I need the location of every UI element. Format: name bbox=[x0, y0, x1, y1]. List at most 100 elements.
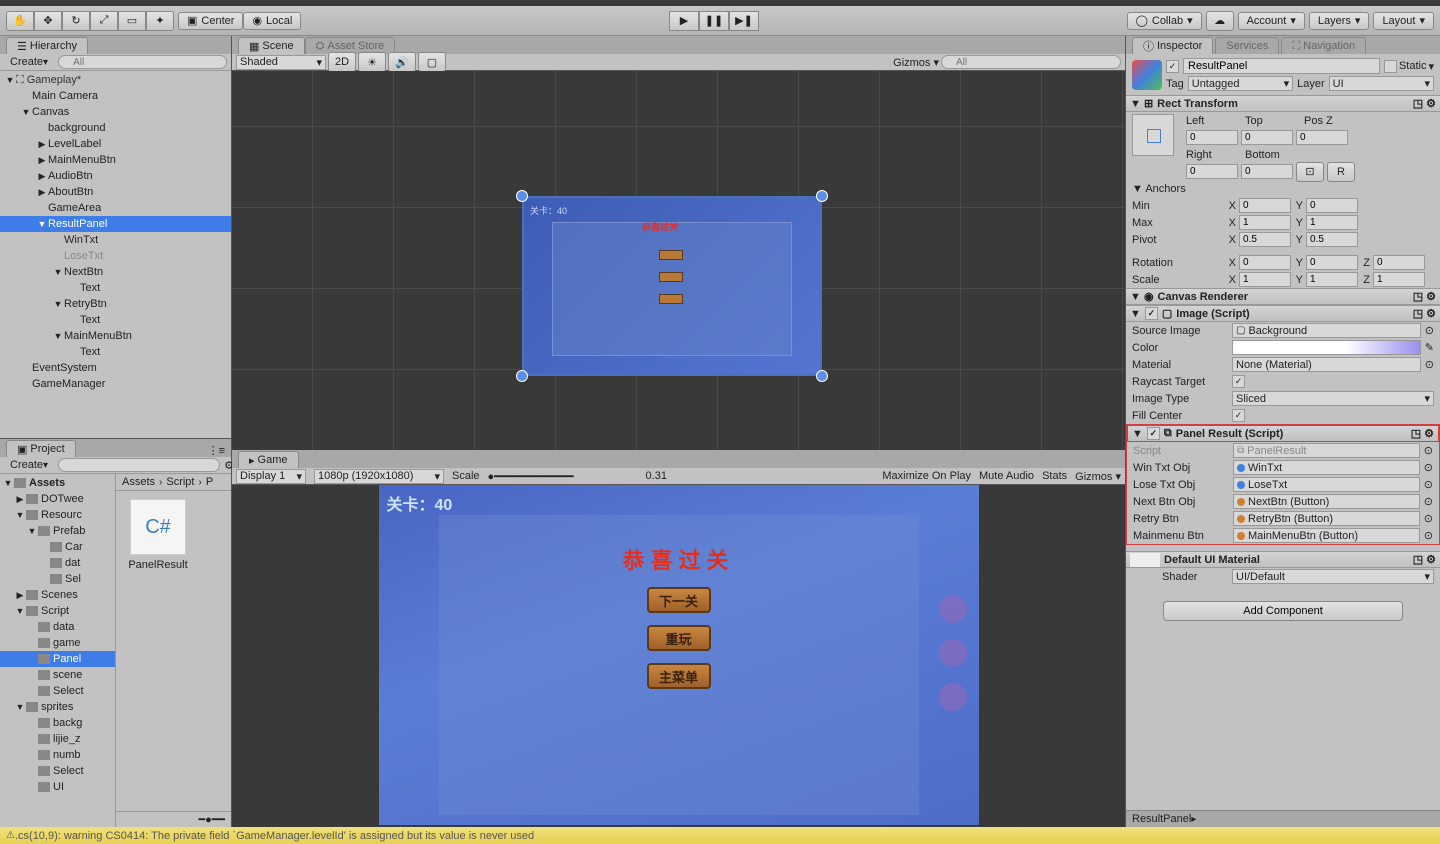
right-field[interactable] bbox=[1186, 164, 1238, 179]
wintxt-field[interactable]: WinTxt bbox=[1233, 460, 1420, 475]
gizmos-dropdown[interactable]: Gizmos ▾ bbox=[893, 56, 939, 69]
status-bar[interactable]: ⚠ .cs(10,9): warning CS0414: The private… bbox=[0, 827, 1440, 844]
tree-item[interactable]: WinTxt bbox=[0, 232, 231, 248]
bottom-field[interactable] bbox=[1241, 164, 1293, 179]
project-folder-tree[interactable]: ▼Assets▶DOTwee▼Resourc▼PrefabCardatSel▶S… bbox=[0, 474, 116, 827]
rect-tool[interactable]: ▭ bbox=[118, 11, 146, 31]
tree-item[interactable]: ▼ResultPanel bbox=[0, 216, 231, 232]
scale-x[interactable] bbox=[1239, 272, 1291, 287]
tree-item[interactable]: LoseTxt bbox=[0, 248, 231, 264]
tree-item[interactable]: ▶MainMenuBtn bbox=[0, 152, 231, 168]
rotate-tool[interactable]: ↻ bbox=[62, 11, 90, 31]
picker-icon[interactable]: ⊙ bbox=[1425, 324, 1434, 337]
folder-item[interactable]: ▼Assets bbox=[0, 475, 115, 491]
scale-y[interactable] bbox=[1306, 272, 1358, 287]
services-tab[interactable]: Services bbox=[1215, 37, 1279, 54]
tree-item[interactable]: ▶AudioBtn bbox=[0, 168, 231, 184]
hierarchy-search-input[interactable] bbox=[58, 55, 227, 69]
color-field[interactable] bbox=[1232, 340, 1421, 355]
project-search-input[interactable] bbox=[58, 458, 220, 472]
folder-item[interactable]: Sel bbox=[0, 571, 115, 587]
side-icon-1[interactable] bbox=[939, 595, 967, 623]
panel-menu-icon[interactable]: ⋮≡ bbox=[202, 444, 231, 457]
folder-item[interactable]: UI bbox=[0, 779, 115, 795]
2d-toggle[interactable]: 2D bbox=[328, 52, 356, 72]
retry-button[interactable]: 重玩 bbox=[647, 625, 711, 651]
move-tool[interactable]: ✥ bbox=[34, 11, 62, 31]
rot-x[interactable] bbox=[1239, 255, 1291, 270]
tree-item[interactable]: GameArea bbox=[0, 200, 231, 216]
retrybtn-field[interactable]: RetryBtn (Button) bbox=[1233, 511, 1420, 526]
losetxt-field[interactable]: LoseTxt bbox=[1233, 477, 1420, 492]
posz-field[interactable] bbox=[1296, 130, 1348, 145]
fx-toggle[interactable]: ▢ bbox=[418, 52, 446, 72]
project-create-button[interactable]: Create ▾ bbox=[4, 458, 54, 472]
scene-view[interactable]: 关卡：40 恭喜过关 bbox=[232, 71, 1125, 450]
folder-item[interactable]: ▼Script bbox=[0, 603, 115, 619]
folder-item[interactable]: Car bbox=[0, 539, 115, 555]
transform-tool[interactable]: ✦ bbox=[146, 11, 174, 31]
hierarchy-tab[interactable]: ☰Hierarchy bbox=[6, 37, 88, 54]
gameobject-name-input[interactable] bbox=[1183, 58, 1380, 74]
tree-item[interactable]: ▼RetryBtn bbox=[0, 296, 231, 312]
scale-z[interactable] bbox=[1373, 272, 1425, 287]
mute-toggle[interactable]: Mute Audio bbox=[979, 470, 1034, 482]
scene-search-input[interactable] bbox=[941, 55, 1121, 69]
scale-slider[interactable]: ●━━━━━━━━━━━━ bbox=[488, 470, 638, 483]
blueprint-button[interactable]: ⊡ bbox=[1296, 162, 1324, 182]
audio-toggle[interactable]: 🔊 bbox=[388, 52, 416, 72]
folder-item[interactable]: lijie_z bbox=[0, 731, 115, 747]
active-checkbox[interactable]: ✓ bbox=[1166, 60, 1179, 73]
folder-item[interactable]: scene bbox=[0, 667, 115, 683]
tree-item[interactable]: Text bbox=[0, 280, 231, 296]
hierarchy-tree[interactable]: ▼⛶ Gameplay*Main Camera▼Canvasbackground… bbox=[0, 71, 231, 438]
tree-item[interactable]: background bbox=[0, 120, 231, 136]
component-rect-transform[interactable]: ▼ ⊞ Rect Transform◳ ⚙ bbox=[1126, 95, 1440, 112]
tree-item[interactable]: Text bbox=[0, 312, 231, 328]
static-checkbox[interactable] bbox=[1384, 60, 1397, 73]
folder-item[interactable]: dat bbox=[0, 555, 115, 571]
account-button[interactable]: Account ▾ bbox=[1238, 12, 1305, 30]
scale-tool[interactable]: ⤢ bbox=[90, 11, 118, 31]
light-toggle[interactable]: ☀ bbox=[358, 52, 386, 72]
resolution-dropdown[interactable]: 1080p (1920x1080)▾ bbox=[314, 469, 444, 484]
game-gizmos-dropdown[interactable]: Gizmos ▾ bbox=[1075, 470, 1121, 483]
next-button[interactable]: 下一关 bbox=[647, 587, 711, 613]
tree-item[interactable]: EventSystem bbox=[0, 360, 231, 376]
layer-dropdown[interactable]: UI▾ bbox=[1329, 76, 1434, 91]
component-canvas-renderer[interactable]: ▼ ◉ Canvas Renderer◳ ⚙ bbox=[1126, 288, 1440, 305]
stats-toggle[interactable]: Stats bbox=[1042, 470, 1067, 482]
tree-item[interactable]: ▶AboutBtn bbox=[0, 184, 231, 200]
breadcrumb[interactable]: Assets › Script › P bbox=[116, 474, 231, 491]
navigation-tab[interactable]: ⛶Navigation bbox=[1281, 37, 1366, 54]
add-component-button[interactable]: Add Component bbox=[1163, 601, 1403, 621]
game-tab[interactable]: ▸Game bbox=[238, 451, 299, 468]
material-field[interactable]: None (Material) bbox=[1232, 357, 1421, 372]
rot-z[interactable] bbox=[1373, 255, 1425, 270]
tree-item[interactable]: ▼NextBtn bbox=[0, 264, 231, 280]
folder-item[interactable]: game bbox=[0, 635, 115, 651]
layers-button[interactable]: Layers ▾ bbox=[1309, 12, 1370, 30]
project-tab[interactable]: ▣Project bbox=[6, 440, 76, 457]
mainmenubtn-field[interactable]: MainMenuBtn (Button) bbox=[1233, 528, 1420, 543]
raw-button[interactable]: R bbox=[1327, 162, 1355, 182]
anchor-preset[interactable] bbox=[1132, 114, 1174, 156]
tag-dropdown[interactable]: Untagged▾ bbox=[1188, 76, 1293, 91]
folder-item[interactable]: data bbox=[0, 619, 115, 635]
fillcenter-checkbox[interactable]: ✓ bbox=[1232, 409, 1245, 422]
mainmenu-button[interactable]: 主菜单 bbox=[647, 663, 711, 689]
left-field[interactable] bbox=[1186, 130, 1238, 145]
folder-item[interactable]: ▼sprites bbox=[0, 699, 115, 715]
cloud-button[interactable]: ☁ bbox=[1206, 11, 1234, 31]
component-material[interactable]: Default UI Material◳ ⚙ bbox=[1126, 551, 1440, 568]
shader-dropdown[interactable]: UI/Default▾ bbox=[1232, 569, 1434, 584]
anchor-min-y[interactable] bbox=[1306, 198, 1358, 213]
tree-item[interactable]: Main Camera bbox=[0, 88, 231, 104]
pause-button[interactable]: ❚❚ bbox=[699, 11, 729, 31]
pivot-y[interactable] bbox=[1306, 232, 1358, 247]
rot-y[interactable] bbox=[1306, 255, 1358, 270]
asset-grid[interactable]: C# PanelResult bbox=[116, 491, 231, 811]
folder-item[interactable]: numb bbox=[0, 747, 115, 763]
anchor-max-y[interactable] bbox=[1306, 215, 1358, 230]
step-button[interactable]: ▶❚ bbox=[729, 11, 759, 31]
